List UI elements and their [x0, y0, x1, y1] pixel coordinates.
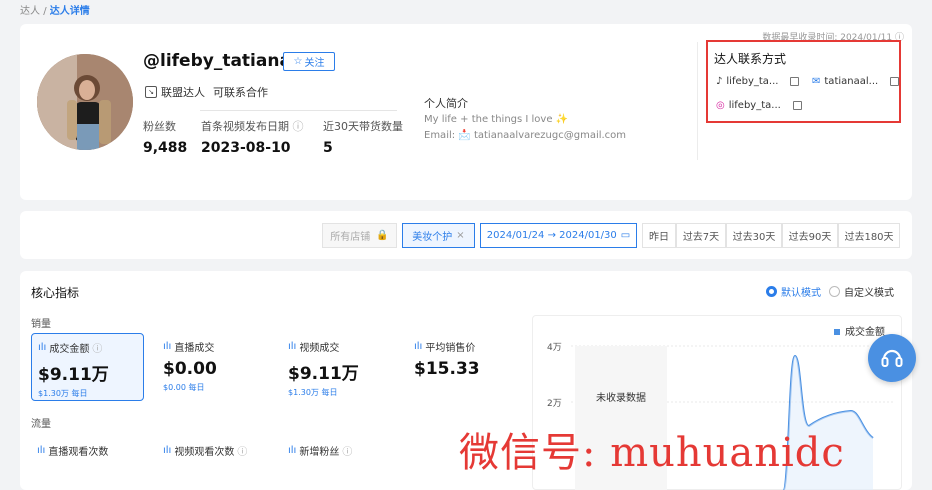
mode-default-radio[interactable]: 默认模式 [766, 284, 821, 299]
bio: 个人简介 My life + the things I love ✨ Email… [424, 96, 626, 144]
contact-email[interactable]: ✉ tatianaal... [812, 76, 900, 87]
breadcrumb-sep: / [43, 6, 47, 17]
copy-icon[interactable] [790, 77, 800, 86]
stat-label: 粉丝数 [143, 120, 176, 133]
kpi-value: $15.33 [414, 359, 480, 379]
breadcrumb-current: 达人详情 [49, 6, 90, 17]
follow-button[interactable]: ☆ 关注 [283, 52, 335, 71]
mail-icon: ✉ [812, 76, 821, 87]
bio-email-label: Email: [424, 130, 456, 141]
stat-label: 首条视频发布日期 ⓘ [201, 120, 304, 133]
kpi-live-sales[interactable]: ılı 直播成交 $0.00 $0.00 每日 [157, 333, 270, 401]
legend-label: 成交金额 [845, 325, 885, 338]
contact-tiktok[interactable]: ♪ lifeby_ta... [716, 76, 800, 87]
customer-service-button[interactable] [868, 334, 916, 382]
breadcrumb: 达人 / 达人详情 [20, 2, 90, 17]
traffic-video-views[interactable]: ılı 视频观看次数 ⓘ [163, 443, 247, 458]
avatar [37, 54, 133, 150]
creator-handle: @lifeby_tatiana [143, 51, 291, 71]
calendar-icon: ▭ [620, 230, 631, 241]
tag-sub: 可联系合作 [213, 86, 268, 99]
bio-title: 个人简介 [424, 97, 468, 110]
legend-swatch [834, 329, 840, 335]
tag-label: 联盟达人 [161, 86, 205, 99]
traffic-section-label: 流量 [31, 419, 51, 430]
bar-chart-icon: ılı [38, 342, 47, 353]
bar-chart-icon: ılı [163, 445, 172, 456]
help-icon[interactable]: ⓘ [92, 340, 102, 355]
date-range-picker[interactable]: 2024/01/24 → 2024/01/30 ▭ [480, 223, 637, 248]
kpi-gmv[interactable]: ılı 成交金额 ⓘ $9.11万 $1.30万 每日 [31, 333, 144, 401]
y-tick-label: 4万 [547, 343, 562, 353]
stat-divider [200, 110, 397, 111]
bar-chart-icon: ılı [414, 341, 423, 352]
help-icon[interactable]: ⓘ [342, 443, 352, 458]
bar-chart-icon: ılı [163, 341, 172, 352]
traffic-new-followers[interactable]: ılı 新增粉丝 ⓘ [288, 443, 352, 458]
follow-label: 关注 [304, 58, 325, 69]
contact-instagram[interactable]: ◎ lifeby_ta... [716, 100, 802, 111]
stat-value: 9,488 [143, 140, 188, 156]
copy-icon[interactable] [890, 77, 900, 86]
mode-custom-radio[interactable]: 自定义模式 [829, 284, 894, 299]
help-icon[interactable]: ⓘ [237, 443, 247, 458]
kpi-daily: $1.30万 每日 [38, 389, 88, 398]
radio-icon [766, 286, 777, 297]
bar-chart-icon: ılı [288, 445, 297, 456]
stat-label: 近30天带货数量 [323, 120, 403, 133]
bio-email-line: Email: 📩 tatianaalvarezugc@gmail.com [424, 128, 626, 144]
stat-products-30d: 近30天带货数量 5 [323, 118, 403, 156]
close-icon[interactable]: × [456, 230, 464, 241]
contact-tiktok-value: lifeby_ta... [726, 76, 779, 87]
bio-email: tatianaalvarezugc@gmail.com [473, 130, 627, 141]
kpi-video-sales[interactable]: ılı 视频成交 $9.11万 $1.30万 每日 [282, 333, 395, 401]
stat-value: 2023-08-10 [201, 140, 291, 156]
category-select[interactable]: 美妆个护 × [402, 223, 475, 248]
watermark: 微信号: muhuanidc [459, 430, 845, 476]
radio-icon [829, 286, 840, 297]
bar-chart-icon: ılı [288, 341, 297, 352]
sales-section-label: 销量 [31, 319, 51, 330]
breadcrumb-parent[interactable]: 达人 [20, 6, 40, 17]
kpi-daily: $0.00 每日 [163, 383, 205, 392]
bar-chart-icon: ılı [37, 445, 46, 456]
quick-90d[interactable]: 过去90天 [782, 223, 838, 248]
affiliate-icon: ↘ [145, 86, 157, 98]
lock-icon: 🔒 [376, 230, 389, 241]
quick-7d[interactable]: 过去7天 [676, 223, 726, 248]
quick-180d[interactable]: 过去180天 [838, 223, 900, 248]
metrics-title: 核心指标 [31, 286, 80, 300]
contact-instagram-value: lifeby_ta... [728, 100, 781, 111]
kpi-value: $0.00 [163, 359, 217, 379]
kpi-daily: $1.30万 每日 [288, 388, 338, 397]
star-icon: ☆ [293, 56, 303, 67]
quick-yesterday[interactable]: 昨日 [642, 223, 676, 248]
traffic-live-views[interactable]: ılı 直播观看次数 [37, 443, 108, 458]
kpi-value: $9.11万 [38, 365, 109, 385]
filter-bar: 所有店铺 🔒 美妆个护 × 2024/01/24 → 2024/01/30 ▭ 昨日 … [20, 211, 912, 259]
contact-email-value: tatianaal... [824, 76, 879, 87]
store-select[interactable]: 所有店铺 🔒 [322, 223, 397, 248]
kpi-value: $9.11万 [288, 364, 359, 384]
contact-panel: 达人联系方式 ♪ lifeby_ta... ✉ tatianaal... ◎ l… [706, 40, 901, 123]
no-data-label: 未收录数据 [596, 391, 646, 404]
tiktok-icon: ♪ [716, 76, 723, 87]
mailbox-icon: 📩 [458, 130, 471, 141]
quick-30d[interactable]: 过去30天 [726, 223, 782, 248]
divider [697, 42, 698, 160]
stat-followers: 粉丝数 9,488 [143, 118, 187, 156]
instagram-icon: ◎ [716, 100, 725, 111]
copy-icon[interactable] [792, 101, 802, 110]
creator-tag: ↘ 联盟达人 可联系合作 [145, 84, 268, 100]
bio-text: My life + the things I love ✨ [424, 114, 569, 125]
headset-icon [881, 349, 903, 367]
stat-value: 5 [323, 140, 333, 156]
y-tick-label: 2万 [547, 399, 562, 409]
help-icon[interactable]: ⓘ [293, 120, 304, 133]
profile-card: @lifeby_tatiana ☆ 关注 ↘ 联盟达人 可联系合作 粉丝数 9,… [20, 24, 912, 200]
contact-title: 达人联系方式 [714, 52, 787, 66]
kpi-avg-price[interactable]: ılı 平均销售价 $15.33 [408, 333, 521, 401]
stat-first-video: 首条视频发布日期 ⓘ 2023-08-10 [201, 118, 304, 156]
